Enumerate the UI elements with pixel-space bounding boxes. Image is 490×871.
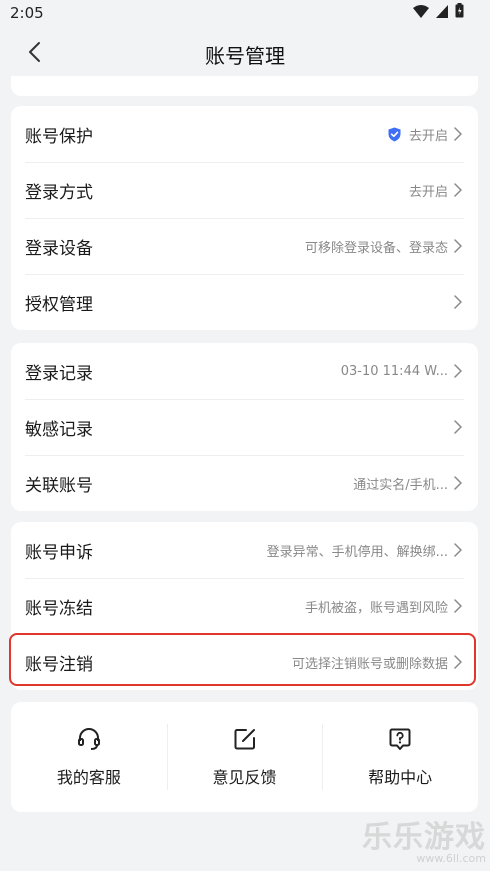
row-label: 登录方式 xyxy=(25,182,93,203)
row-sensitive-records[interactable]: 敏感记录 xyxy=(11,399,478,455)
help-center-button[interactable]: 帮助中心 xyxy=(322,702,478,812)
row-account-cancellation[interactable]: 账号注销 可选择注销账号或删除数据 xyxy=(11,634,478,690)
account-security-card: 账号保护 去开启 登录方式 去开启 登录设备 可移除登录设备、登录态 授权管理 xyxy=(11,106,478,330)
row-account-freeze[interactable]: 账号冻结 手机被盗，账号遇到风险 xyxy=(11,578,478,634)
row-value: 登录异常、手机停用、解换绑... xyxy=(266,544,448,560)
nav-bar: 账号管理 xyxy=(0,28,490,76)
row-label: 授权管理 xyxy=(25,294,93,315)
row-label: 关联账号 xyxy=(25,475,93,496)
row-value: 可选择注销账号或删除数据 xyxy=(291,656,448,672)
records-card: 登录记录 03-10 11:44 W... 敏感记录 关联账号 通过实名/手机.… xyxy=(11,343,478,511)
action-label: 我的客服 xyxy=(56,768,121,787)
row-login-devices[interactable]: 登录设备 可移除登录设备、登录态 xyxy=(11,218,478,274)
action-label: 帮助中心 xyxy=(368,768,433,787)
row-value: 手机被盗，账号遇到风险 xyxy=(304,600,448,616)
status-bar: 2:05 xyxy=(0,0,490,28)
row-label: 登录记录 xyxy=(25,363,93,384)
watermark-main: 乐乐游戏 xyxy=(362,820,486,855)
account-actions-card: 账号申诉 登录异常、手机停用、解换绑... 账号冻结 手机被盗，账号遇到风险 账… xyxy=(11,522,478,690)
chevron-right-icon xyxy=(454,420,464,434)
chevron-right-icon xyxy=(454,655,464,669)
row-value: 去开启 xyxy=(408,184,448,200)
chevron-right-icon xyxy=(454,295,464,309)
edit-icon xyxy=(234,729,255,750)
row-value: 去开启 xyxy=(408,128,448,144)
page-title: 账号管理 xyxy=(205,44,285,68)
chevron-right-icon xyxy=(454,183,464,197)
status-time: 2:05 xyxy=(10,4,44,22)
row-label: 账号冻结 xyxy=(25,598,93,619)
customer-service-button[interactable]: 我的客服 xyxy=(11,702,167,812)
chevron-right-icon xyxy=(454,127,464,141)
action-label: 意见反馈 xyxy=(212,768,277,787)
support-card: 我的客服 意见反馈 帮助中心 xyxy=(11,702,478,812)
feedback-button[interactable]: 意见反馈 xyxy=(166,702,323,812)
row-label: 账号保护 xyxy=(25,126,93,147)
row-authorization[interactable]: 授权管理 xyxy=(11,274,478,330)
chevron-right-icon xyxy=(454,476,464,490)
help-icon xyxy=(389,728,411,750)
row-linked-accounts[interactable]: 关联账号 通过实名/手机... xyxy=(11,455,478,511)
chevron-right-icon xyxy=(454,599,464,613)
row-label: 敏感记录 xyxy=(25,419,93,440)
watermark: 乐乐游戏 www.6ll.com xyxy=(362,812,486,865)
row-label: 账号注销 xyxy=(25,654,93,675)
row-label: 登录设备 xyxy=(25,238,93,259)
wifi-icon xyxy=(413,3,429,22)
row-login-method[interactable]: 登录方式 去开启 xyxy=(11,162,478,218)
signal-icon xyxy=(436,3,448,22)
previous-card-bottom xyxy=(11,76,478,96)
row-value: 03-10 11:44 W... xyxy=(340,363,448,379)
row-account-appeal[interactable]: 账号申诉 登录异常、手机停用、解换绑... xyxy=(11,522,478,578)
chevron-right-icon xyxy=(454,239,464,253)
row-value: 通过实名/手机... xyxy=(353,477,448,493)
row-account-protection[interactable]: 账号保护 去开启 xyxy=(11,106,478,162)
chevron-right-icon xyxy=(454,543,464,557)
shield-check-icon xyxy=(388,127,401,142)
chevron-right-icon xyxy=(454,364,464,378)
battery-icon xyxy=(455,3,464,22)
row-value: 可移除登录设备、登录态 xyxy=(304,240,448,256)
row-login-records[interactable]: 登录记录 03-10 11:44 W... xyxy=(11,343,478,399)
row-label: 账号申诉 xyxy=(25,542,93,563)
status-icons xyxy=(413,3,464,22)
headset-icon xyxy=(77,728,100,750)
